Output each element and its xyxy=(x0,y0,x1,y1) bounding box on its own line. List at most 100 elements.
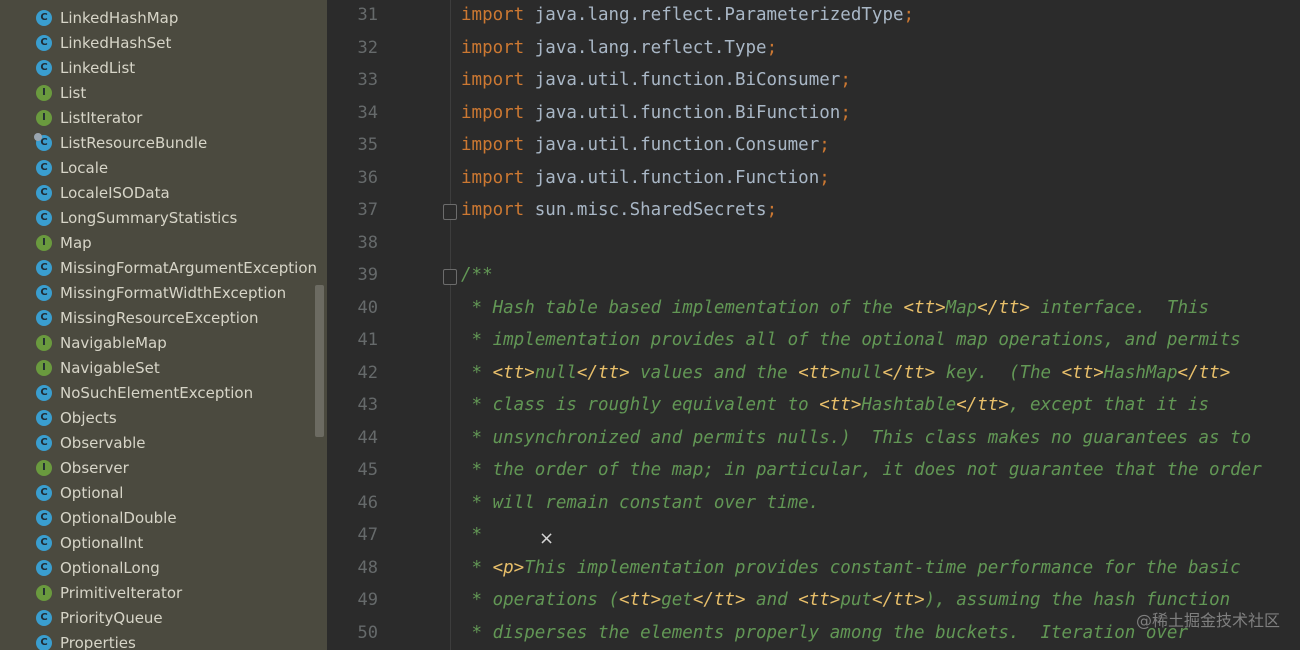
tree-item-priorityqueue[interactable]: C PriorityQueue xyxy=(36,605,163,630)
javadoc-html-tag: <tt> xyxy=(619,590,662,610)
code-line[interactable]: 31 import java.lang.reflect.Parameterized… xyxy=(327,1,1300,33)
tree-item-label: Optional xyxy=(60,483,124,502)
class-icon: C xyxy=(36,34,52,51)
line-number: 43 xyxy=(357,395,378,415)
semicolon: ; xyxy=(819,135,830,155)
line-number: 38 xyxy=(357,232,378,253)
tree-item-nosuchelementexception[interactable]: C NoSuchElementException xyxy=(36,380,253,405)
line-number: 41 xyxy=(357,330,378,350)
tree-item-label: Objects xyxy=(60,408,117,427)
tree-item-longsummarystatistics[interactable]: C LongSummaryStatistics xyxy=(36,205,237,230)
code-line[interactable]: 32 import java.lang.reflect.Type; xyxy=(327,34,1300,66)
code-text: import sun.misc.SharedSecrets; xyxy=(461,200,777,220)
line-number: 50 xyxy=(357,622,378,643)
tree-item-label: PrimitiveIterator xyxy=(60,583,183,602)
class-icon: C xyxy=(36,309,52,326)
import-path: java.util.function.BiConsumer xyxy=(534,70,841,90)
import-keyword: import xyxy=(461,200,525,220)
code-line[interactable]: 46 * will remain constant over time. xyxy=(327,489,1300,521)
code-text: * <p>This implementation provides consta… xyxy=(461,558,1241,578)
javadoc-text: null xyxy=(840,362,883,383)
semicolon: ; xyxy=(819,167,830,188)
code-line[interactable]: 34 import java.util.function.BiFunction; xyxy=(327,99,1300,131)
tree-item-listresourcebundle[interactable]: C ListResourceBundle xyxy=(34,130,207,155)
tree-item-observable[interactable]: C Observable xyxy=(36,430,146,455)
tree-item-linkedlist[interactable]: C LinkedList xyxy=(36,55,135,80)
javadoc-html-tag: <tt> xyxy=(819,395,862,415)
code-text: * class is roughly equivalent to <tt>Has… xyxy=(461,395,1210,415)
code-text: * will remain constant over time. xyxy=(461,493,820,513)
tree-item-label: Observable xyxy=(60,433,146,452)
class-icon: C xyxy=(36,59,52,76)
javadoc-text: /** xyxy=(461,265,493,285)
code-line[interactable]: 47 * xyxy=(327,521,1300,553)
interface-icon: I xyxy=(36,359,52,376)
code-line[interactable]: 48 * <p>This implementation provides con… xyxy=(327,554,1300,586)
tree-item-missingformatwidthexception[interactable]: C MissingFormatWidthException xyxy=(36,280,286,305)
class-icon: C xyxy=(36,509,52,526)
tree-item-map[interactable]: I Map xyxy=(36,230,92,255)
tree-item-locale[interactable]: C Locale xyxy=(36,155,108,180)
javadoc-text: * operations ( xyxy=(461,590,620,610)
tree-item-label: Locale xyxy=(60,158,109,177)
line-number: 37 xyxy=(357,200,378,220)
javadoc-text: values and the xyxy=(629,362,799,383)
line-number: 48 xyxy=(357,557,378,578)
tree-item-primitiveiterator[interactable]: I PrimitiveIterator xyxy=(36,580,182,605)
javadoc-html-tag: <tt> xyxy=(1061,362,1104,383)
code-line[interactable]: 41 * implementation provides all of the … xyxy=(327,326,1300,358)
javadoc-html-tag: </tt> xyxy=(576,362,630,383)
tree-item-navigablemap[interactable]: I NavigableMap xyxy=(36,330,167,355)
class-icon: C xyxy=(36,634,52,650)
tree-item-listiterator[interactable]: I ListIterator xyxy=(36,105,142,130)
code-text: import java.util.function.BiFunction; xyxy=(461,103,851,123)
tree-item-linkedhashset[interactable]: C LinkedHashSet xyxy=(36,30,171,55)
class-icon: C xyxy=(36,159,52,176)
tree-item-observer[interactable]: I Observer xyxy=(36,455,129,480)
line-number: 32 xyxy=(357,37,378,58)
code-line[interactable]: 44 * unsynchronized and permits nulls.) … xyxy=(327,424,1300,456)
code-line[interactable]: 35 import java.util.function.Consumer; xyxy=(327,131,1300,163)
tree-item-missingresourceexception[interactable]: C MissingResourceException xyxy=(36,305,259,330)
import-path: java.util.function.Function xyxy=(534,167,820,188)
tree-item-optional[interactable]: C Optional xyxy=(36,480,123,505)
tree-item-label: Map xyxy=(60,233,92,252)
code-text: import java.util.function.BiConsumer; xyxy=(461,70,851,90)
line-number: 31 xyxy=(357,5,378,25)
code-line[interactable]: 42 * <tt>null</tt> values and the <tt>nu… xyxy=(327,359,1300,391)
tree-item-navigableset[interactable]: I NavigableSet xyxy=(36,355,160,380)
code-line[interactable]: 33 import java.util.function.BiConsumer; xyxy=(327,66,1300,98)
tree-item-localeisodata[interactable]: C LocaleISOData xyxy=(36,180,170,205)
code-text: * unsynchronized and permits nulls.) Thi… xyxy=(461,428,1252,448)
code-text: * implementation provides all of the opt… xyxy=(461,330,1241,350)
code-line[interactable]: 40 * Hash table based implementation of … xyxy=(327,294,1300,326)
javadoc-text: * xyxy=(461,525,483,545)
tree-item-missingformatargumentexception[interactable]: C MissingFormatArgumentException xyxy=(36,255,317,280)
class-icon: C xyxy=(36,609,52,626)
code-line[interactable]: 45 * the order of the map; in particular… xyxy=(327,456,1300,488)
code-text: import java.util.function.Function; xyxy=(461,168,830,188)
javadoc-html-tag: </tt> xyxy=(956,395,1009,415)
tree-item-label: List xyxy=(60,83,87,102)
tree-item-list[interactable]: I List xyxy=(36,80,86,105)
tree-item-optionaldouble[interactable]: C OptionalDouble xyxy=(36,505,177,530)
code-line[interactable]: 43 * class is roughly equivalent to <tt>… xyxy=(327,391,1300,423)
javadoc-text: , except that it is xyxy=(1008,395,1210,415)
code-editor[interactable]: × 31 import java.lang.reflect.Parameteriz… xyxy=(327,0,1300,650)
tree-item-optionallong[interactable]: C OptionalLong xyxy=(36,555,160,580)
tree-item-label: NavigableMap xyxy=(60,333,167,352)
tree-scrollbar[interactable] xyxy=(315,285,324,437)
code-line[interactable]: 38 xyxy=(327,229,1300,261)
code-line[interactable]: 39 /** xyxy=(327,261,1300,293)
tree-item-objects[interactable]: C Objects xyxy=(36,405,117,430)
tree-item-properties[interactable]: C Properties xyxy=(36,630,136,650)
code-line[interactable]: 37 import sun.misc.SharedSecrets; xyxy=(327,196,1300,228)
import-path: java.util.function.Consumer xyxy=(534,135,820,155)
tree-item-label: MissingResourceException xyxy=(60,308,259,327)
code-text: * operations (<tt>get</tt> and <tt>put</… xyxy=(461,590,1231,610)
interface-icon: I xyxy=(36,334,52,351)
code-line[interactable]: 36 import java.util.function.Function; xyxy=(327,164,1300,196)
tree-item-optionalint[interactable]: C OptionalInt xyxy=(36,530,143,555)
tree-item-label: MissingFormatWidthException xyxy=(60,283,287,302)
tree-item-linkedhashmap[interactable]: C LinkedHashMap xyxy=(36,5,178,30)
